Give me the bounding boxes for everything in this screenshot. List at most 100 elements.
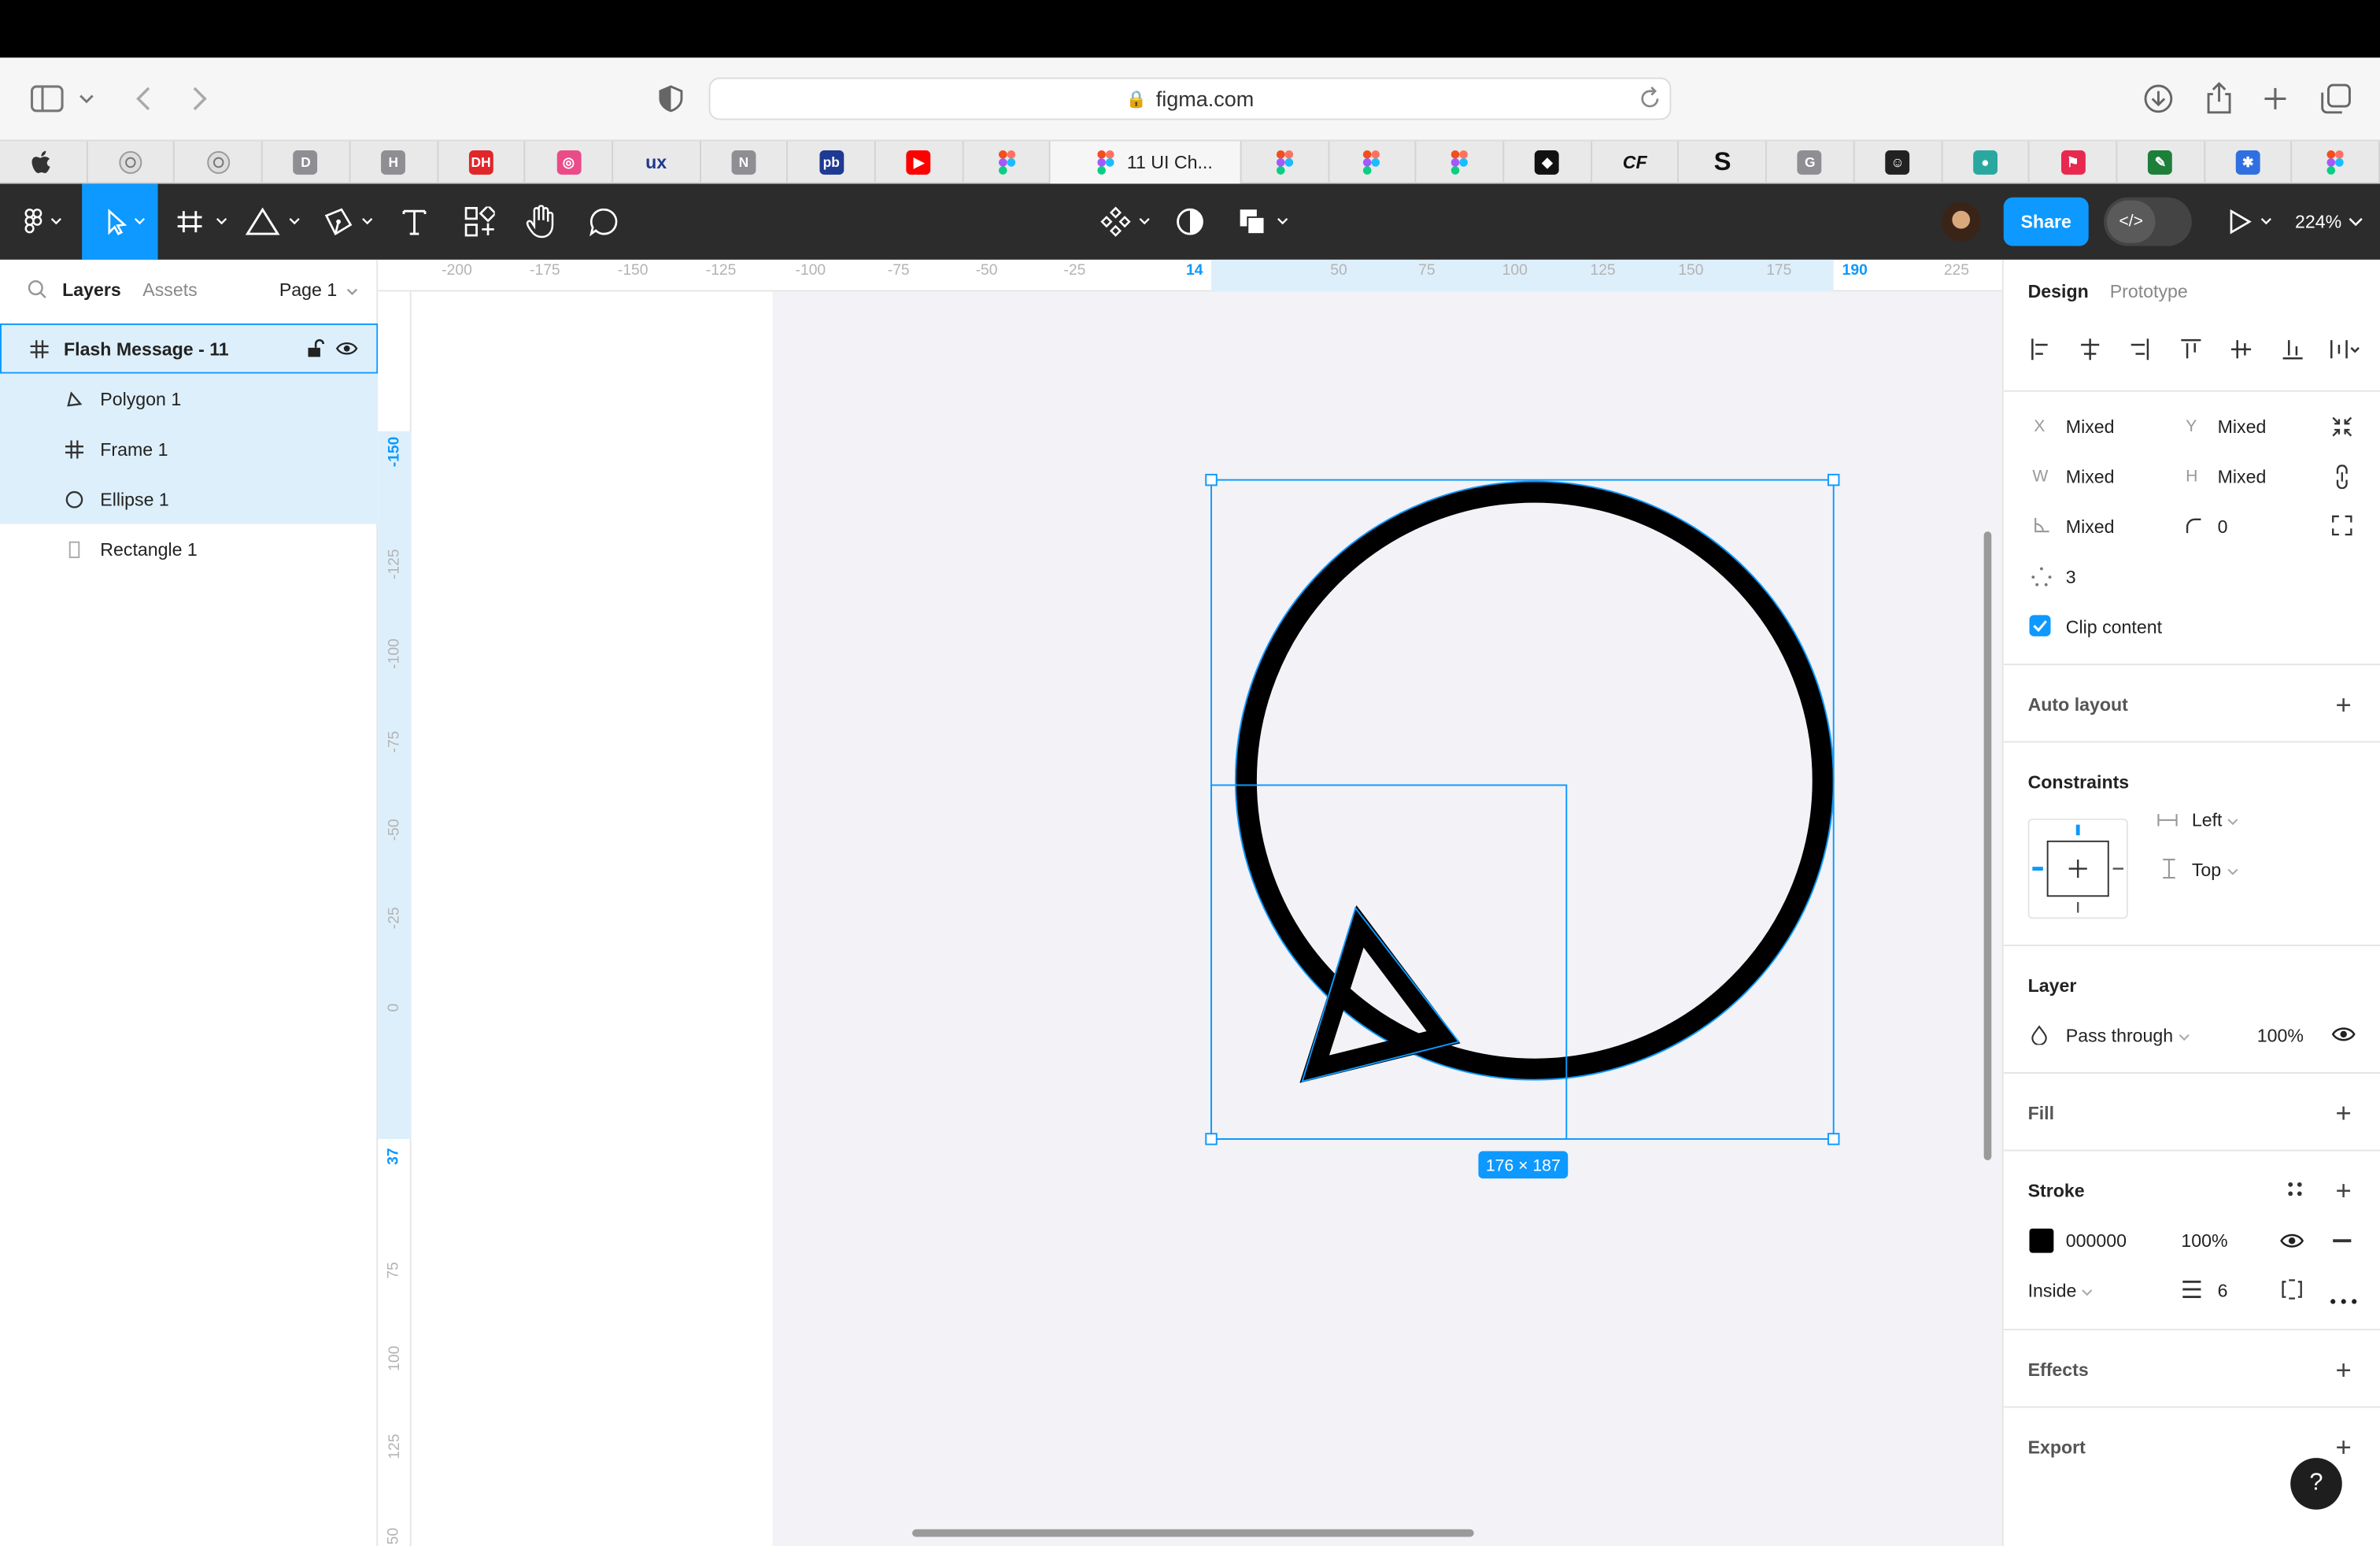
- rotation-input[interactable]: Mixed: [2066, 516, 2115, 538]
- layer-row[interactable]: Polygon 1: [0, 373, 379, 424]
- user-avatar[interactable]: [1941, 202, 1981, 242]
- corner-radius-input[interactable]: 0: [2218, 516, 2228, 538]
- canvas[interactable]: 176 × 187: [411, 291, 2002, 1546]
- remove-stroke-icon[interactable]: [2333, 1239, 2352, 1242]
- sidebar-toggle-icon[interactable]: [28, 79, 67, 118]
- add-effect-icon[interactable]: +: [2331, 1356, 2356, 1384]
- browser-tab[interactable]: ▶: [876, 141, 964, 184]
- mask-tool-icon[interactable]: [1169, 183, 1211, 259]
- move-tool-button[interactable]: [82, 183, 158, 260]
- share-sheet-icon[interactable]: [2199, 79, 2238, 118]
- frame-tool-icon[interactable]: [170, 183, 234, 259]
- browser-tab[interactable]: ux: [613, 141, 701, 184]
- align-right-icon[interactable]: [2131, 338, 2149, 361]
- browser-tab[interactable]: G: [1767, 141, 1855, 184]
- browser-tab[interactable]: [963, 141, 1051, 184]
- constraints-widget[interactable]: [2027, 818, 2128, 919]
- reload-icon[interactable]: [1639, 85, 1661, 114]
- align-center-h-icon[interactable]: [2081, 338, 2100, 361]
- browser-tab[interactable]: [1329, 141, 1417, 184]
- browser-tab[interactable]: DH: [438, 141, 526, 184]
- stroke-color-swatch[interactable]: [2029, 1228, 2054, 1253]
- share-button[interactable]: Share: [2003, 197, 2089, 246]
- tab-prototype[interactable]: Prototype: [2110, 281, 2188, 302]
- dev-mode-toggle[interactable]: </>: [2103, 197, 2192, 246]
- resources-tool-icon[interactable]: [456, 183, 504, 259]
- page-selector[interactable]: Page 1: [279, 279, 359, 301]
- tab-overview-icon[interactable]: [2316, 79, 2356, 118]
- resize-handle[interactable]: [1205, 1133, 1218, 1145]
- browser-tab[interactable]: H: [350, 141, 438, 184]
- more-options-icon[interactable]: [2330, 1288, 2357, 1309]
- help-button[interactable]: ?: [2290, 1458, 2342, 1510]
- align-center-v-icon[interactable]: [2230, 340, 2252, 359]
- address-bar[interactable]: 🔒 figma.com: [708, 77, 1672, 120]
- tab-design[interactable]: Design: [2028, 281, 2089, 302]
- layer-opacity-input[interactable]: 100%: [2257, 1025, 2304, 1046]
- text-tool-icon[interactable]: [392, 183, 438, 259]
- browser-tab[interactable]: [2293, 141, 2380, 184]
- layer-row[interactable]: Ellipse 1: [0, 473, 379, 524]
- y-input[interactable]: Mixed: [2218, 416, 2267, 438]
- browser-tab[interactable]: 11 UI Ch...: [1051, 141, 1242, 184]
- polygon-count-input[interactable]: 3: [2066, 567, 2076, 588]
- horizontal-constraint-select[interactable]: Left: [2192, 809, 2239, 830]
- browser-tab[interactable]: N: [700, 141, 789, 184]
- browser-tab[interactable]: ☺: [1854, 141, 1942, 184]
- browser-tab[interactable]: [0, 141, 88, 184]
- stroke-visibility-eye-icon[interactable]: [2280, 1232, 2304, 1255]
- align-top-icon[interactable]: [2181, 338, 2201, 359]
- unlock-icon[interactable]: [307, 338, 325, 363]
- add-auto-layout-icon[interactable]: +: [2331, 691, 2356, 719]
- browser-tab[interactable]: S: [1680, 141, 1768, 184]
- stroke-position-select[interactable]: Inside: [2028, 1280, 2094, 1301]
- constraint-proportions-icon[interactable]: [2331, 416, 2352, 442]
- resize-handle[interactable]: [1827, 1133, 1840, 1145]
- stroke-hex-input[interactable]: 000000: [2066, 1230, 2127, 1252]
- stroke-sides-icon[interactable]: [2282, 1278, 2303, 1304]
- vertical-scrollbar[interactable]: [1983, 531, 1992, 1160]
- privacy-shield-icon[interactable]: [651, 79, 690, 118]
- horizontal-scrollbar[interactable]: [912, 1529, 1474, 1537]
- pen-tool-icon[interactable]: [319, 183, 382, 259]
- vertical-constraint-select[interactable]: Top: [2192, 860, 2238, 881]
- browser-tab[interactable]: ◎: [526, 141, 613, 184]
- clip-content-checkbox[interactable]: [2029, 615, 2051, 637]
- browser-tab[interactable]: CF: [1592, 141, 1680, 184]
- comment-tool-icon[interactable]: [580, 183, 629, 259]
- add-fill-icon[interactable]: +: [2331, 1100, 2356, 1127]
- stroke-weight-input[interactable]: 6: [2218, 1280, 2228, 1301]
- blend-mode-select[interactable]: Pass through: [2066, 1025, 2190, 1046]
- browser-tab[interactable]: [1241, 141, 1329, 184]
- w-input[interactable]: Mixed: [2066, 466, 2115, 487]
- browser-tab[interactable]: [176, 141, 263, 184]
- add-stroke-icon[interactable]: +: [2331, 1177, 2356, 1204]
- stroke-styles-icon[interactable]: [2284, 1178, 2305, 1204]
- browser-tab[interactable]: pb: [789, 141, 876, 184]
- align-bottom-icon[interactable]: [2282, 340, 2303, 360]
- shape-tool-icon[interactable]: [243, 183, 307, 259]
- browser-tab[interactable]: ●: [1942, 141, 2030, 184]
- distribute-icon[interactable]: [2330, 340, 2360, 359]
- browser-tab[interactable]: [1417, 141, 1505, 184]
- zoom-dropdown[interactable]: 224%: [2295, 183, 2363, 259]
- back-icon[interactable]: [124, 79, 164, 118]
- independent-corners-icon[interactable]: [2331, 515, 2352, 541]
- search-icon[interactable]: [28, 279, 47, 304]
- layer-row[interactable]: Flash Message - 11: [0, 323, 379, 374]
- resize-handle[interactable]: [1205, 473, 1218, 486]
- layer-row[interactable]: Rectangle 1: [0, 524, 378, 575]
- resize-handle[interactable]: [1827, 473, 1840, 486]
- visibility-eye-icon[interactable]: [335, 340, 358, 361]
- visibility-eye-icon[interactable]: [2331, 1025, 2356, 1048]
- browser-tab[interactable]: ✱: [2205, 141, 2293, 184]
- browser-tab[interactable]: ⚑: [2030, 141, 2118, 184]
- x-input[interactable]: Mixed: [2066, 416, 2115, 438]
- new-tab-icon[interactable]: [2256, 79, 2295, 118]
- stroke-opacity-input[interactable]: 100%: [2181, 1230, 2227, 1252]
- component-tool-icon[interactable]: [1096, 183, 1156, 259]
- boolean-tool-icon[interactable]: [1232, 183, 1296, 259]
- forward-icon[interactable]: [179, 79, 219, 118]
- browser-tab[interactable]: ◆: [1504, 141, 1592, 184]
- downloads-icon[interactable]: [2138, 79, 2178, 118]
